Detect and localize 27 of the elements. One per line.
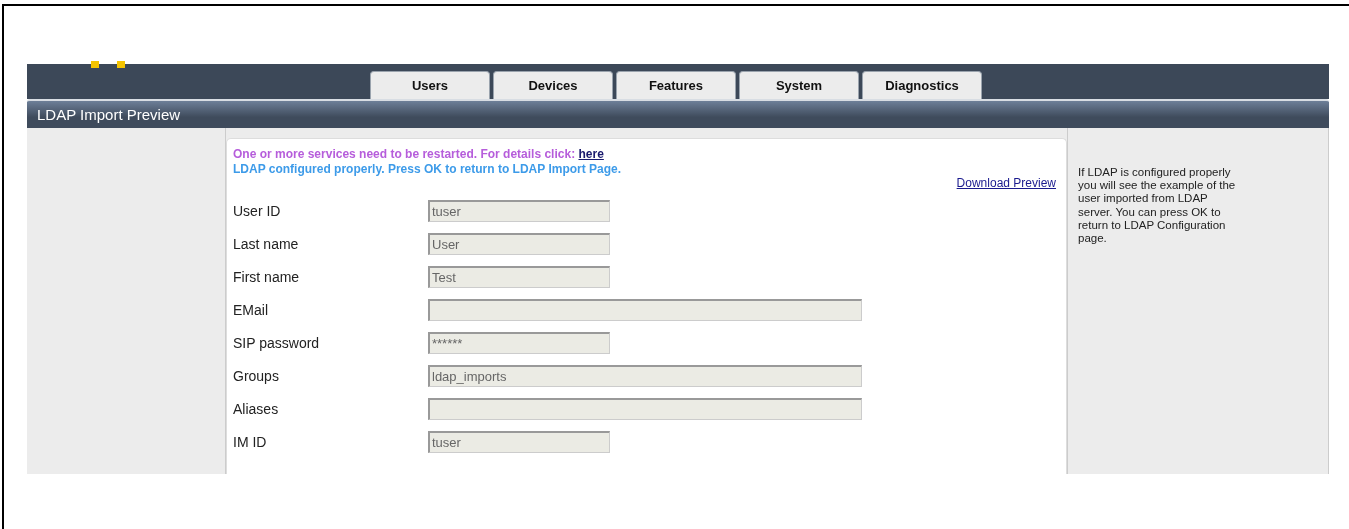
restart-message: One or more services need to be restarted. For details click: here [233,147,605,161]
field-label: First name [233,269,301,285]
nav-tab[interactable]: Users [370,71,490,99]
nav-tab[interactable]: Devices [493,71,613,99]
help-text: If LDAP is configured properly you will see the example of the user imported from LDAP server. You can press OK to return to LDAP Configuration page. [1078,166,1237,246]
field-label: IM ID [233,434,268,450]
field-label: User ID [233,203,282,219]
nav-tab[interactable]: Diagnostics [862,71,982,99]
page-title: LDAP Import Preview [27,99,1329,128]
field-label: EMail [233,302,269,318]
field-label: SIP password [233,335,321,351]
status-message: LDAP configured properly. Press OK to return to LDAP Import Page. [233,162,623,176]
details-link[interactable]: here [578,147,604,161]
input-field[interactable]: ****** [428,332,610,354]
nav-tab[interactable]: Features [616,71,736,99]
field-label: Last name [233,236,300,252]
input-field[interactable]: ldap_imports [428,365,862,387]
download-link[interactable]: Download Preview [956,176,1056,190]
field-label: Groups [233,368,280,384]
input-field[interactable]: Test [428,266,610,288]
input-field[interactable]: tuser [428,200,610,222]
nav-tab[interactable]: System [739,71,859,99]
input-field[interactable]: User [428,233,610,255]
input-field[interactable]: tuser [428,431,610,453]
input-field[interactable] [428,398,862,420]
input-field[interactable] [428,299,862,321]
field-label: Aliases [233,401,280,417]
